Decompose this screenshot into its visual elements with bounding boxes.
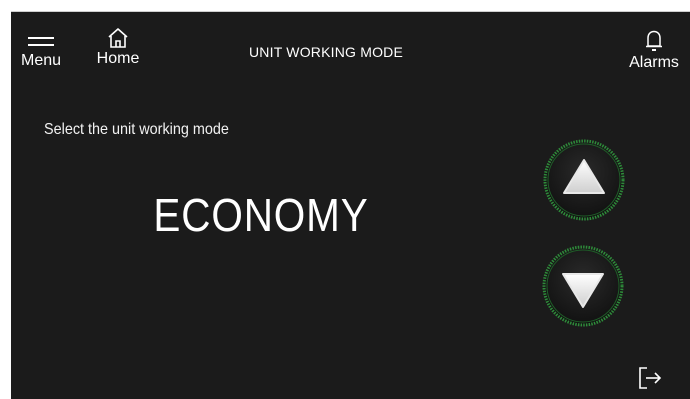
hamburger-icon xyxy=(28,37,54,46)
selected-mode-value: ECONOMY xyxy=(153,189,369,241)
home-icon xyxy=(108,28,128,48)
exit-icon xyxy=(639,367,662,389)
triangle-up-icon xyxy=(543,139,625,221)
home-button[interactable]: Home xyxy=(89,26,147,68)
exit-button[interactable] xyxy=(636,364,664,392)
home-label: Home xyxy=(96,50,140,67)
alarms-label: Alarms xyxy=(629,54,679,71)
alarms-button[interactable]: Alarms xyxy=(619,28,689,72)
bell-icon xyxy=(646,30,662,51)
triangle-down-icon xyxy=(542,245,624,327)
hmi-screen: Menu Home UNIT WORKING MODE Alarms Selec… xyxy=(11,12,690,399)
menu-button[interactable]: Menu xyxy=(15,36,67,70)
menu-label: Menu xyxy=(20,52,62,69)
window-frame-left xyxy=(0,11,11,399)
mode-down-button[interactable] xyxy=(541,244,625,328)
mode-up-button[interactable] xyxy=(542,138,626,222)
mode-prompt: Select the unit working mode xyxy=(44,121,229,138)
top-bar: Menu Home UNIT WORKING MODE Alarms xyxy=(11,12,690,82)
page-title: UNIT WORKING MODE xyxy=(248,44,404,60)
window-frame-top xyxy=(0,0,690,12)
